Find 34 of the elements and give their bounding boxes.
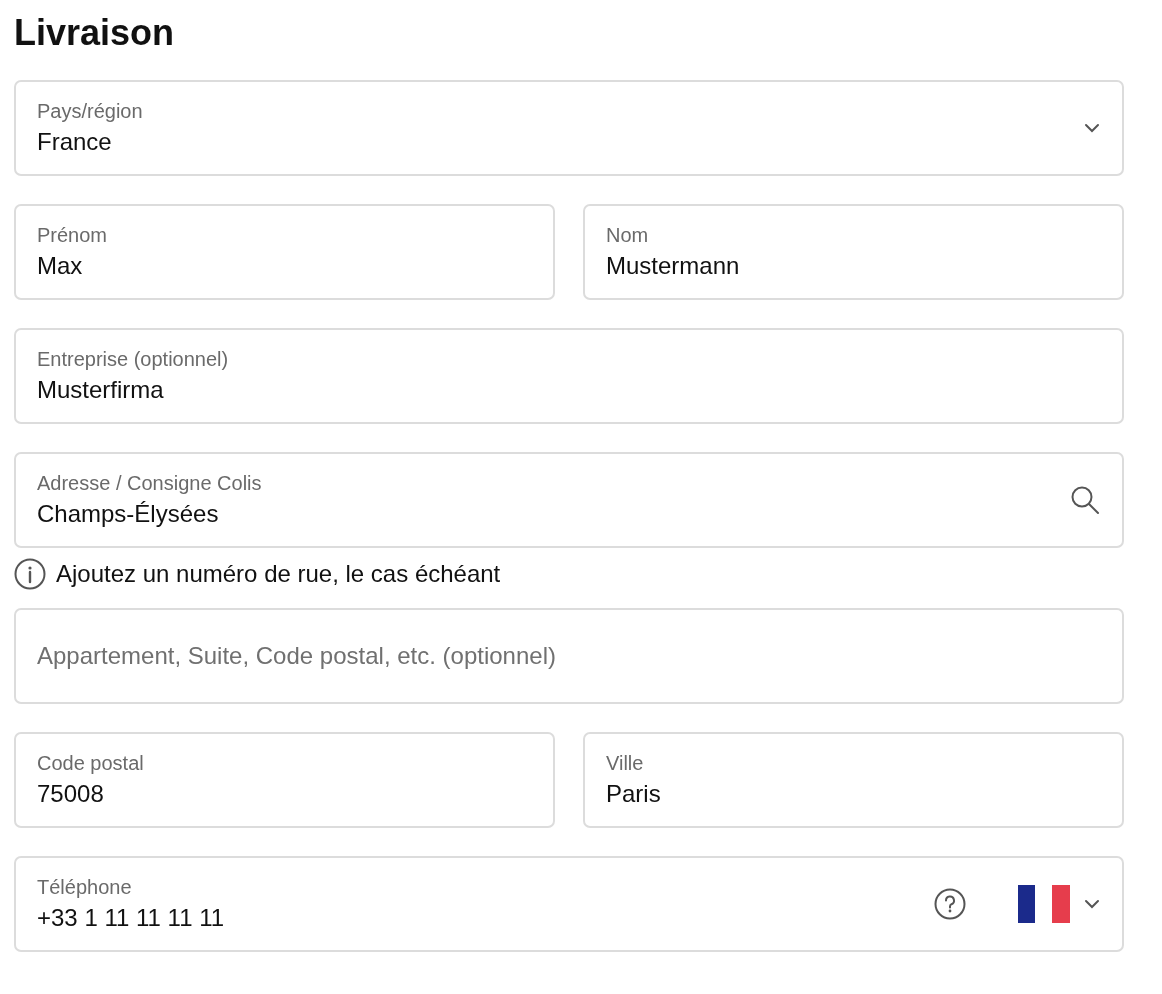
chevron-down-icon [1084,899,1100,909]
text-field[interactable]: Entreprise (optionnel) Musterfirma [14,328,1124,424]
placeholder-text: Appartement, Suite, Code postal, etc. (optionnel) [37,641,557,671]
text-field[interactable]: Ville Paris [583,732,1124,828]
address-field[interactable]: Adresse / Consigne Colis Champs-Élysées [14,452,1124,548]
field-value: Champs-Élysées [37,499,220,529]
field-value: 75008 [37,779,105,809]
field-label: Nom [606,223,650,247]
search-icon[interactable] [1070,485,1100,515]
help-icon[interactable] [934,888,966,920]
field-label: Entreprise (optionnel) [37,347,230,371]
hint-text: Ajoutez un numéro de rue, le cas échéant [56,560,501,588]
field-label: Code postal [37,751,145,775]
field-value: Mustermann [606,251,741,281]
text-field[interactable]: Code postal 75008 [14,732,555,828]
field-value: France [37,127,113,157]
flag-icon[interactable] [1018,885,1070,923]
field-label: Ville [606,751,645,775]
field-value: Paris [606,779,662,809]
text-field[interactable]: Nom Mustermann [583,204,1124,300]
phone-field[interactable]: Téléphone +33 1 11 11 11 11 [14,856,1124,952]
text-field[interactable]: Prénom Max [14,204,555,300]
section-title: Livraison [14,12,176,54]
field-label: Prénom [37,223,109,247]
field-label: Adresse / Consigne Colis [37,471,263,495]
text-field[interactable]: Appartement, Suite, Code postal, etc. (optionnel) [14,608,1124,704]
field-value: +33 1 11 11 11 11 [37,903,226,933]
field-value: Musterfirma [37,375,165,405]
field-value: Max [37,251,84,281]
field-label: Téléphone [37,875,133,899]
country-select[interactable]: Pays/région France [14,80,1124,176]
field-label: Pays/région [37,99,144,123]
chevron-down-icon [1084,123,1100,133]
info-icon [14,558,46,590]
